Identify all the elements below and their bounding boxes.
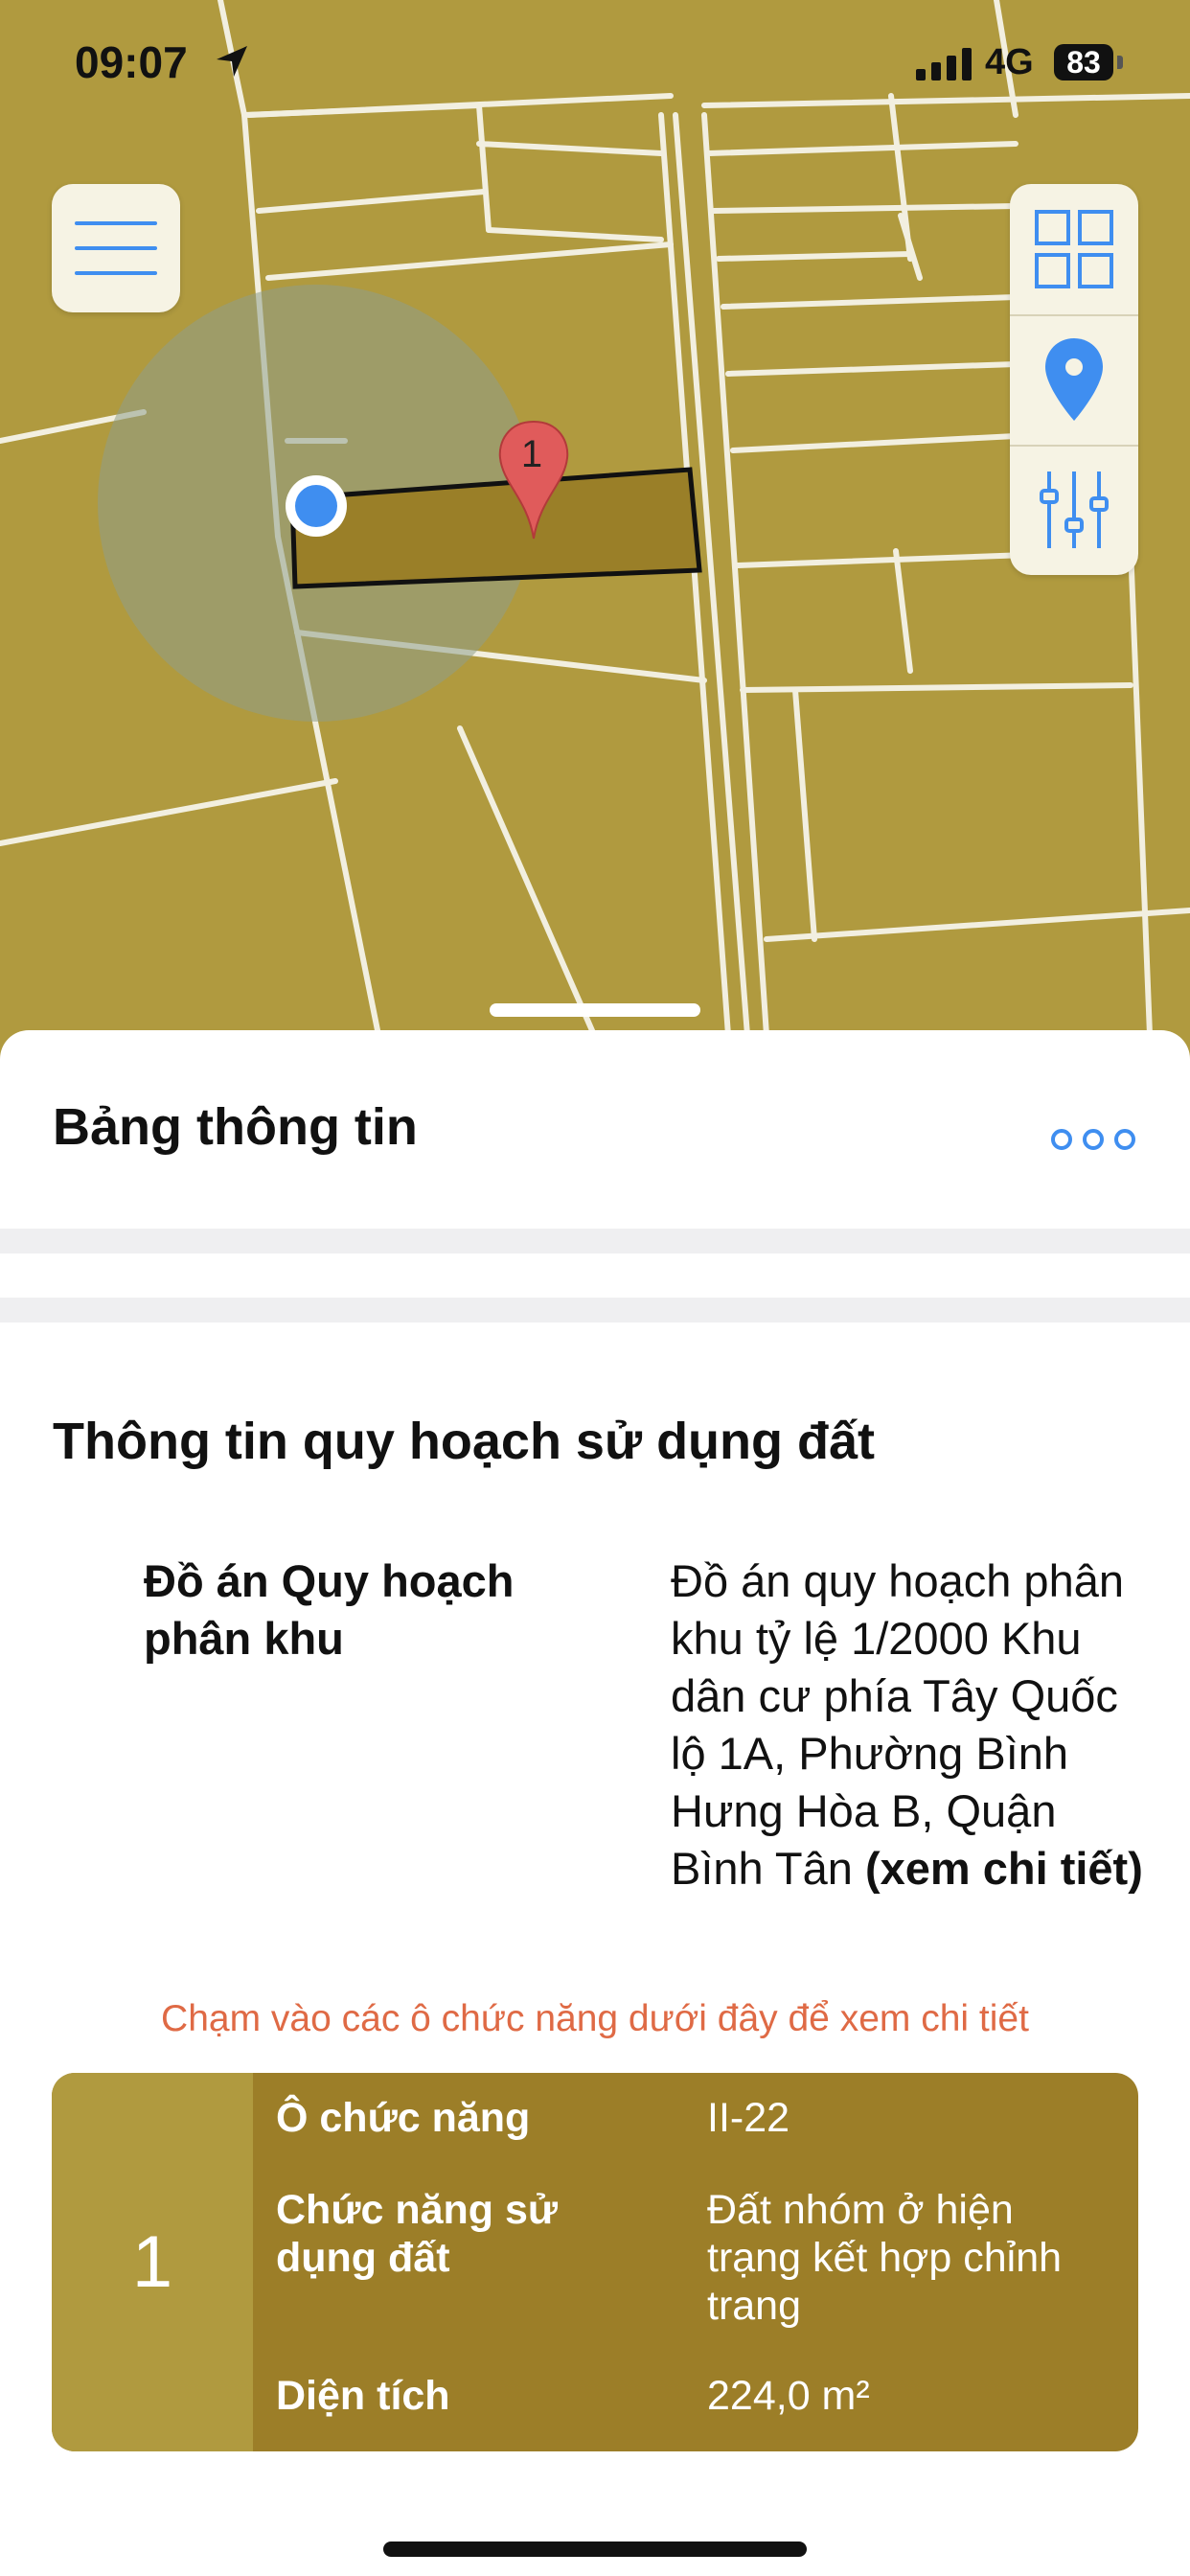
land-use-label: Chức năng sử dụng đất <box>276 2187 559 2281</box>
road-line <box>256 189 487 214</box>
separator <box>0 1229 1190 1254</box>
view-detail-link[interactable]: (xem chi tiết) <box>865 1843 1143 1894</box>
hamburger-menu-icon <box>75 221 157 275</box>
separator <box>0 1298 1190 1322</box>
sliders-filter-icon <box>1040 472 1109 548</box>
user-location-dot <box>295 485 337 527</box>
road-line <box>706 141 1018 156</box>
plan-label: Đồ án Quy hoạch phân khu <box>144 1555 515 1664</box>
zone-code-label: Ô chức năng <box>276 2095 531 2141</box>
area-label: Diện tích <box>276 2373 450 2419</box>
road-line <box>898 213 923 281</box>
road-line <box>893 548 913 674</box>
zone-number: 1 <box>52 2073 253 2451</box>
status-bar: 09:07 4G 83 <box>0 0 1190 125</box>
road-line <box>792 687 817 942</box>
land-use-value: Đất nhóm ở hiện trạng kết hợp chỉnh tran… <box>707 2187 1063 2329</box>
hint-text: Chạm vào các ô chức năng dưới đây để xem… <box>161 1998 1029 2039</box>
road-line <box>740 682 1133 693</box>
home-indicator <box>383 2542 807 2557</box>
locate-button[interactable] <box>1010 314 1138 447</box>
road-line <box>721 294 1018 310</box>
sheet-title: Bảng thông tin <box>53 1098 418 1156</box>
status-time: 09:07 <box>75 37 188 87</box>
area-value: 224,0 m² <box>707 2373 870 2419</box>
location-pin-icon <box>1045 338 1103 421</box>
zone-code-value: II-22 <box>707 2095 790 2141</box>
road-line <box>265 242 674 281</box>
road-line <box>658 112 731 1038</box>
road-line <box>0 778 338 846</box>
filter-button[interactable] <box>1010 445 1138 575</box>
zone-card[interactable]: 1 Ô chức năng II-22 Chức năng sử dụng đấ… <box>52 2073 1138 2451</box>
map-view[interactable]: 1 09:07 4G 83 <box>0 0 1190 1073</box>
road-line <box>476 141 664 156</box>
road-line <box>725 361 1018 377</box>
menu-button[interactable] <box>52 184 180 312</box>
section-title: Thông tin quy hoạch sử dụng đất <box>53 1413 876 1470</box>
layers-button[interactable] <box>1010 184 1138 316</box>
road-line <box>486 227 664 242</box>
map-tool-stack <box>1010 184 1138 575</box>
location-arrow-icon <box>217 46 247 77</box>
battery-icon <box>1117 56 1123 69</box>
plan-value: Đồ án quy hoạch phân khu tỷ lệ 1/2000 Kh… <box>671 1552 1159 1898</box>
grid-layers-icon <box>1035 210 1113 288</box>
road-line <box>1128 543 1153 1038</box>
more-dots-icon[interactable] <box>1050 1120 1136 1159</box>
sheet-drag-handle[interactable] <box>490 1003 700 1017</box>
info-sheet: Bảng thông tin Thông tin quy hoạch sử dụ… <box>0 1030 1190 2576</box>
road-line <box>764 908 1190 942</box>
network-type: 4G <box>985 42 1034 82</box>
road-line <box>711 203 1018 214</box>
road-line <box>716 251 913 262</box>
marker-number: 1 <box>520 433 543 475</box>
battery-level: 83 <box>1054 44 1113 80</box>
cellular-signal-icon <box>916 48 972 80</box>
road-line <box>730 433 1018 453</box>
road-line <box>457 725 597 1038</box>
